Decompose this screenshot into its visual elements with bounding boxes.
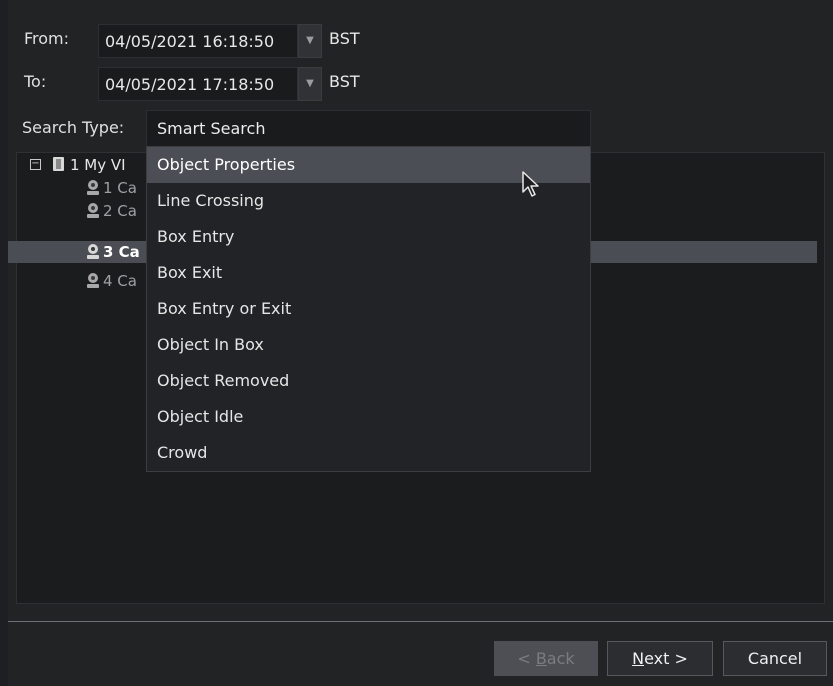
back-button-label: ack	[546, 649, 575, 668]
next-button[interactable]: Next >	[607, 641, 713, 676]
option-box-exit[interactable]: Box Exit	[147, 255, 590, 291]
footer-divider	[8, 621, 833, 622]
to-timezone: BST	[329, 72, 360, 91]
webcam-icon	[86, 273, 100, 289]
option-object-removed[interactable]: Object Removed	[147, 363, 590, 399]
search-type-select[interactable]: Smart Search	[146, 110, 591, 147]
option-object-idle[interactable]: Object Idle	[147, 399, 590, 435]
server-icon	[53, 157, 64, 171]
from-datetime-field[interactable]: 04/05/2021 16:18:50	[98, 24, 298, 58]
to-datetime-field[interactable]: 04/05/2021 17:18:50	[98, 67, 298, 101]
minus-box-icon[interactable]: −	[30, 159, 41, 170]
cancel-button[interactable]: Cancel	[723, 641, 827, 676]
tree-root-label[interactable]: 1 My VI	[70, 154, 126, 176]
to-label: To:	[24, 72, 47, 91]
next-button-mnemonic: N	[632, 649, 645, 668]
search-type-label: Search Type:	[22, 118, 125, 137]
chevron-down-icon: ▼	[306, 35, 314, 46]
tree-item-label: 2 Ca	[103, 202, 137, 220]
from-timezone: BST	[329, 29, 360, 48]
back-button[interactable]: < Back	[494, 641, 598, 676]
tree-item-label: 4 Ca	[103, 272, 137, 290]
option-object-in-box[interactable]: Object In Box	[147, 327, 590, 363]
webcam-icon	[86, 180, 100, 196]
option-crowd[interactable]: Crowd	[147, 435, 590, 471]
webcam-icon	[86, 244, 100, 260]
webcam-icon	[86, 203, 100, 219]
to-dropdown-button[interactable]: ▼	[298, 67, 322, 101]
back-button-prefix: <	[517, 649, 536, 668]
back-button-mnemonic: B	[535, 649, 547, 668]
mouse-pointer-icon	[522, 171, 539, 197]
from-dropdown-button[interactable]: ▼	[298, 24, 322, 58]
option-box-entry[interactable]: Box Entry	[147, 219, 590, 255]
from-label: From:	[24, 29, 70, 48]
next-button-label: ext >	[644, 649, 688, 668]
option-box-entry-or-exit[interactable]: Box Entry or Exit	[147, 291, 590, 327]
tree-item-label: 3 Ca	[103, 243, 140, 261]
chevron-down-icon: ▼	[306, 78, 314, 89]
tree-item-label: 1 Ca	[103, 179, 137, 197]
